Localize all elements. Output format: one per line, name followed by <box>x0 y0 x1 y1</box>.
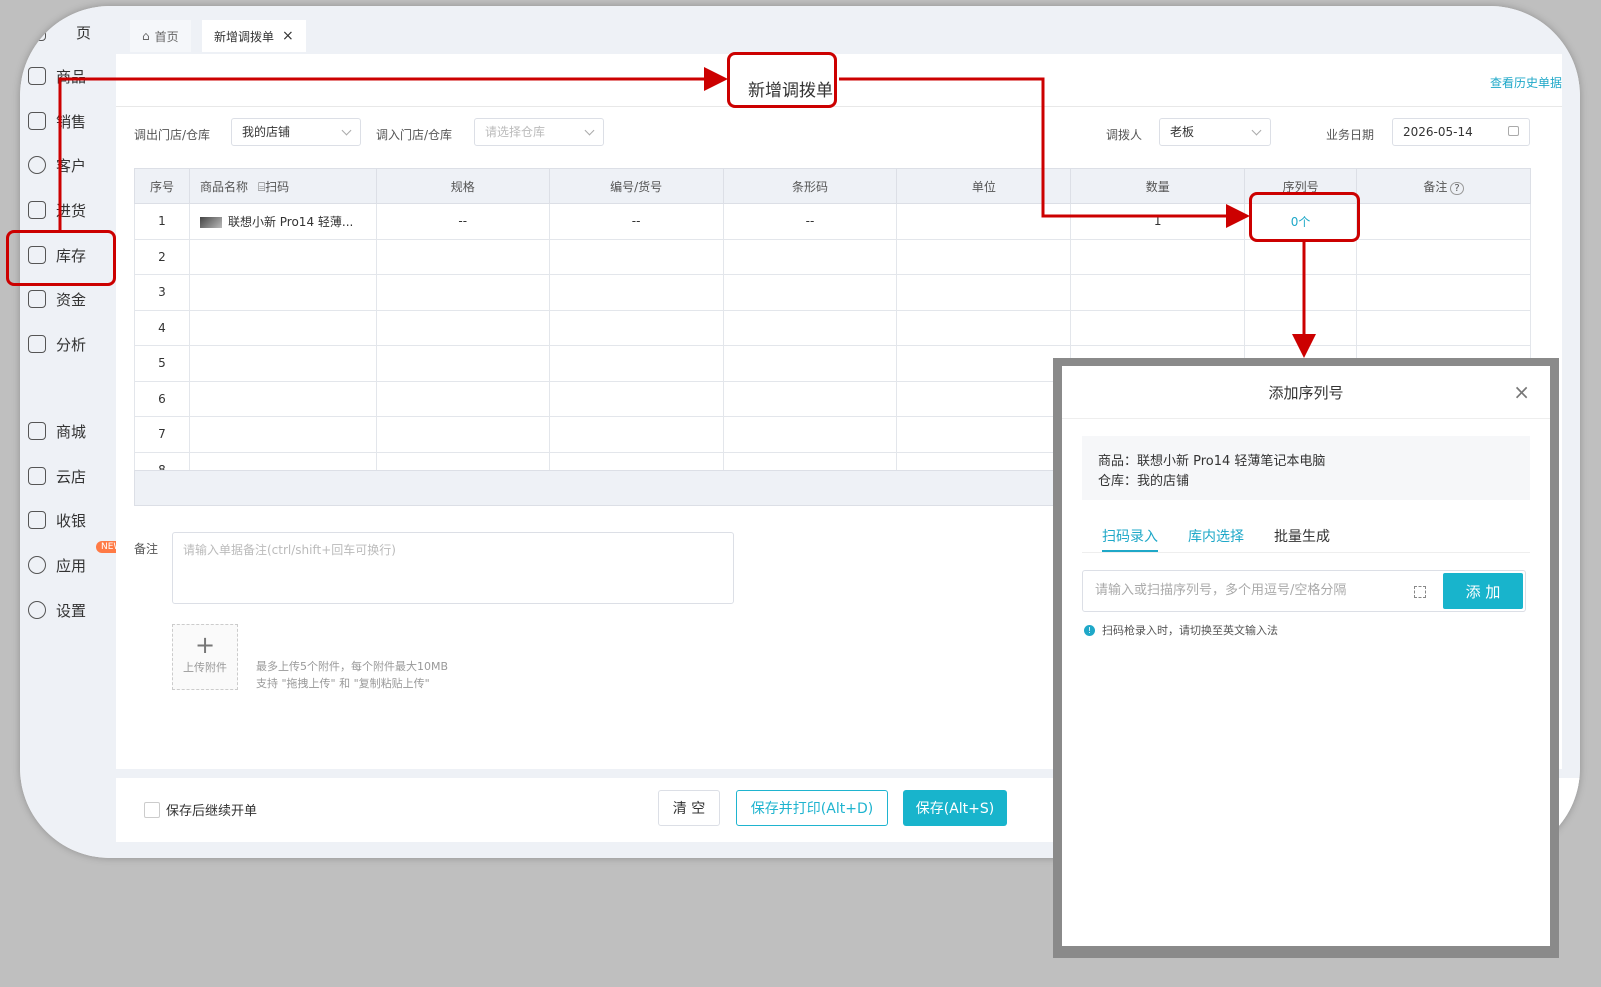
sidebar-item-cashier[interactable]: 收银 <box>28 506 86 534</box>
mall-icon <box>28 422 46 440</box>
product-icon <box>28 67 46 85</box>
upload-attachment-button[interactable]: + 上传附件 <box>172 624 238 690</box>
scanner-tip: ! 扫码枪录入时，请切换至英文输入法 <box>1084 622 1278 638</box>
chart-icon <box>28 335 46 353</box>
info-icon: ! <box>1084 624 1095 636</box>
product-name-cell[interactable]: 联想小新 Pro14 轻薄... <box>188 203 377 240</box>
close-icon[interactable]: × <box>1513 382 1530 402</box>
customer-icon <box>28 156 46 174</box>
scan-icon[interactable] <box>1414 586 1426 598</box>
table-row[interactable]: 2 <box>134 238 1531 275</box>
col-header-qty: 数量 <box>1070 168 1246 204</box>
active-tab-indicator <box>1102 550 1158 552</box>
remark-label: 备注 <box>134 542 159 556</box>
history-link[interactable]: 查看历史单据 <box>1490 74 1562 91</box>
tab-new-transfer[interactable]: 新增调拨单 × <box>202 20 306 52</box>
close-icon[interactable]: × <box>282 28 294 44</box>
tab-scan-entry[interactable]: 扫码录入 <box>1102 526 1158 546</box>
cashier-icon <box>28 511 46 529</box>
business-date-picker[interactable]: 2026-05-14 <box>1392 118 1530 146</box>
gear-icon <box>28 601 46 619</box>
col-header-code: 编号/货号 <box>548 168 724 204</box>
purchase-icon <box>28 201 46 219</box>
chevron-down-icon <box>341 125 352 136</box>
table-row[interactable]: 3 <box>134 274 1531 311</box>
add-serial-button[interactable]: 添 加 <box>1443 573 1523 609</box>
plus-icon: + <box>194 631 216 659</box>
table-row[interactable]: 4 <box>134 309 1531 346</box>
annotation-box-serial <box>1249 192 1360 242</box>
help-icon[interactable]: ? <box>1450 181 1464 195</box>
apps-icon <box>28 556 46 574</box>
transfer-person-select[interactable]: 老板 <box>1159 118 1271 146</box>
col-header-remark: 备注? <box>1356 168 1531 204</box>
sidebar-item-funds[interactable]: 资金 <box>28 285 86 313</box>
divider <box>1082 552 1530 553</box>
sidebar-item-sales[interactable]: 销售 <box>28 107 86 135</box>
home-icon <box>28 23 46 41</box>
annotation-box-title <box>727 52 837 108</box>
business-date-label: 业务日期 <box>1326 128 1375 142</box>
product-info-box: 商品：联想小新 Pro14 轻薄笔记本电脑 仓库：我的店铺 <box>1082 436 1530 500</box>
tab-bar: ⌂ 首页 新增调拨单 × <box>116 12 1580 52</box>
upload-hint: 最多上传5个附件，每个附件最大10MB 支持 "拖拽上传" 和 "复制粘贴上传" <box>256 660 449 690</box>
save-button[interactable]: 保存(Alt+S) <box>903 790 1007 826</box>
tab-home[interactable]: ⌂ 首页 <box>130 20 191 52</box>
wallet-icon <box>28 290 46 308</box>
remark-textarea[interactable]: 请输入单据备注(ctrl/shift+回车可换行) <box>172 532 734 604</box>
sidebar-item-analysis[interactable]: 分析 <box>28 330 86 358</box>
sidebar-item-customer[interactable]: 客户 <box>28 151 86 179</box>
out-warehouse-label: 调出门店/仓库 <box>134 128 211 142</box>
col-header-barcode: 条形码 <box>722 168 898 204</box>
sidebar-item-purchase[interactable]: 进货 <box>28 196 86 224</box>
sidebar-item-cloud-store[interactable]: 云店 <box>28 462 86 490</box>
sales-icon <box>28 112 46 130</box>
clear-button[interactable]: 清 空 <box>658 790 720 826</box>
tab-in-stock-select[interactable]: 库内选择 <box>1188 526 1244 546</box>
transfer-person-label: 调拨人 <box>1106 128 1143 142</box>
col-header-spec: 规格 <box>375 168 550 204</box>
sidebar-item-apps[interactable]: 应用 NEW <box>28 541 128 579</box>
calendar-icon <box>1508 126 1519 136</box>
dialog-title: 添加序列号 <box>1268 384 1344 402</box>
divider <box>116 106 1562 107</box>
col-header-unit: 单位 <box>896 168 1072 204</box>
col-header-name: 商品名称 ⌸扫码 <box>188 168 377 204</box>
sidebar: 页 商品 销售 客户 进货 库存 资金 分析 商城 云店 收银 应用 NEW 设置 <box>20 6 128 858</box>
home-icon: ⌂ <box>142 29 150 43</box>
sidebar-item-home[interactable]: 页 <box>28 18 91 46</box>
product-thumbnail <box>199 216 222 228</box>
sidebar-item-product[interactable]: 商品 <box>28 62 86 90</box>
store-icon <box>28 467 46 485</box>
chevron-down-icon <box>584 125 595 136</box>
in-warehouse-select[interactable]: 请选择仓库 <box>474 118 604 146</box>
divider <box>1062 418 1550 419</box>
save-print-button[interactable]: 保存并打印(Alt+D) <box>736 790 888 826</box>
chevron-down-icon <box>1251 125 1262 136</box>
in-warehouse-label: 调入门店/仓库 <box>376 128 453 142</box>
out-warehouse-select[interactable]: 我的店铺 <box>231 118 361 146</box>
continue-label[interactable]: 保存后继续开单 <box>166 800 257 819</box>
annotation-box-inventory <box>6 230 116 286</box>
add-serial-dialog: 添加序列号 × 商品：联想小新 Pro14 轻薄笔记本电脑 仓库：我的店铺 扫码… <box>1062 366 1550 946</box>
col-header-no: 序号 <box>134 168 190 204</box>
continue-checkbox[interactable] <box>144 802 160 818</box>
sidebar-item-settings[interactable]: 设置 <box>28 596 86 624</box>
tab-batch-generate[interactable]: 批量生成 <box>1274 526 1330 546</box>
sidebar-item-mall[interactable]: 商城 <box>28 417 86 445</box>
